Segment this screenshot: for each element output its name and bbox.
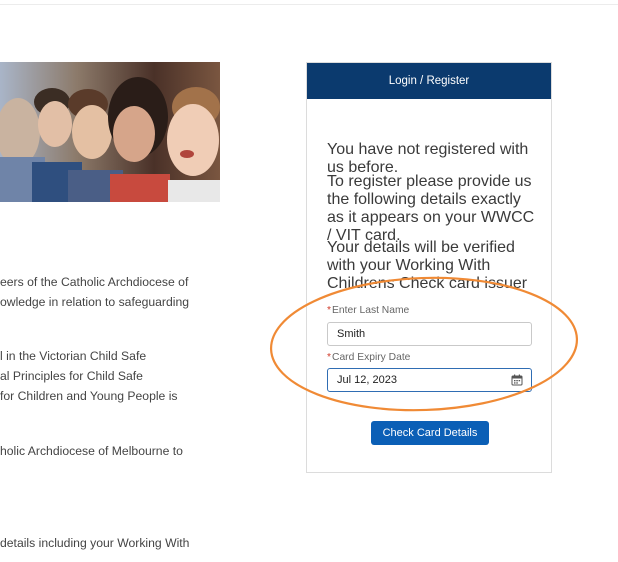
register-instructions-text: To register please provide us the follow…	[327, 173, 535, 244]
body-text-line-6: holic Archdiocese of Melbourne to	[0, 444, 183, 458]
expiry-date-input[interactable]: Jul 12, 2023	[327, 368, 532, 392]
card-header: Login / Register	[307, 63, 551, 99]
body-text-line-5: for Children and Young People is	[0, 389, 178, 403]
verification-text: Your details will be verified with your …	[327, 239, 528, 292]
card-title: Login / Register	[388, 75, 470, 87]
expiry-date-value: Jul 12, 2023	[337, 374, 397, 386]
expiry-date-label-text: Card Expiry Date	[332, 352, 411, 363]
login-register-card: Login / Register You have not registered…	[306, 62, 552, 473]
body-text-line-2: owledge in relation to safeguarding	[0, 295, 190, 309]
not-registered-text: You have not registered with us before.	[327, 141, 529, 176]
expiry-date-label: *Card Expiry Date	[327, 352, 410, 363]
required-marker: *	[327, 305, 332, 316]
last-name-input[interactable]: Smith	[327, 322, 532, 346]
body-text-line-4: al Principles for Child Safe	[0, 369, 143, 383]
body-text-line-7: details including your Working With	[0, 536, 190, 550]
body-text-line-3: l in the Victorian Child Safe	[0, 349, 147, 363]
top-divider	[0, 4, 618, 5]
calendar-icon[interactable]	[511, 374, 523, 389]
check-card-details-button[interactable]: Check Card Details	[371, 421, 489, 445]
last-name-label: *Enter Last Name	[327, 305, 409, 316]
required-marker: *	[327, 352, 332, 363]
hero-children-photo	[0, 62, 220, 202]
body-text-line-1: eers of the Catholic Archdiocese of	[0, 275, 189, 289]
last-name-value: Smith	[337, 328, 366, 340]
last-name-label-text: Enter Last Name	[332, 305, 410, 316]
